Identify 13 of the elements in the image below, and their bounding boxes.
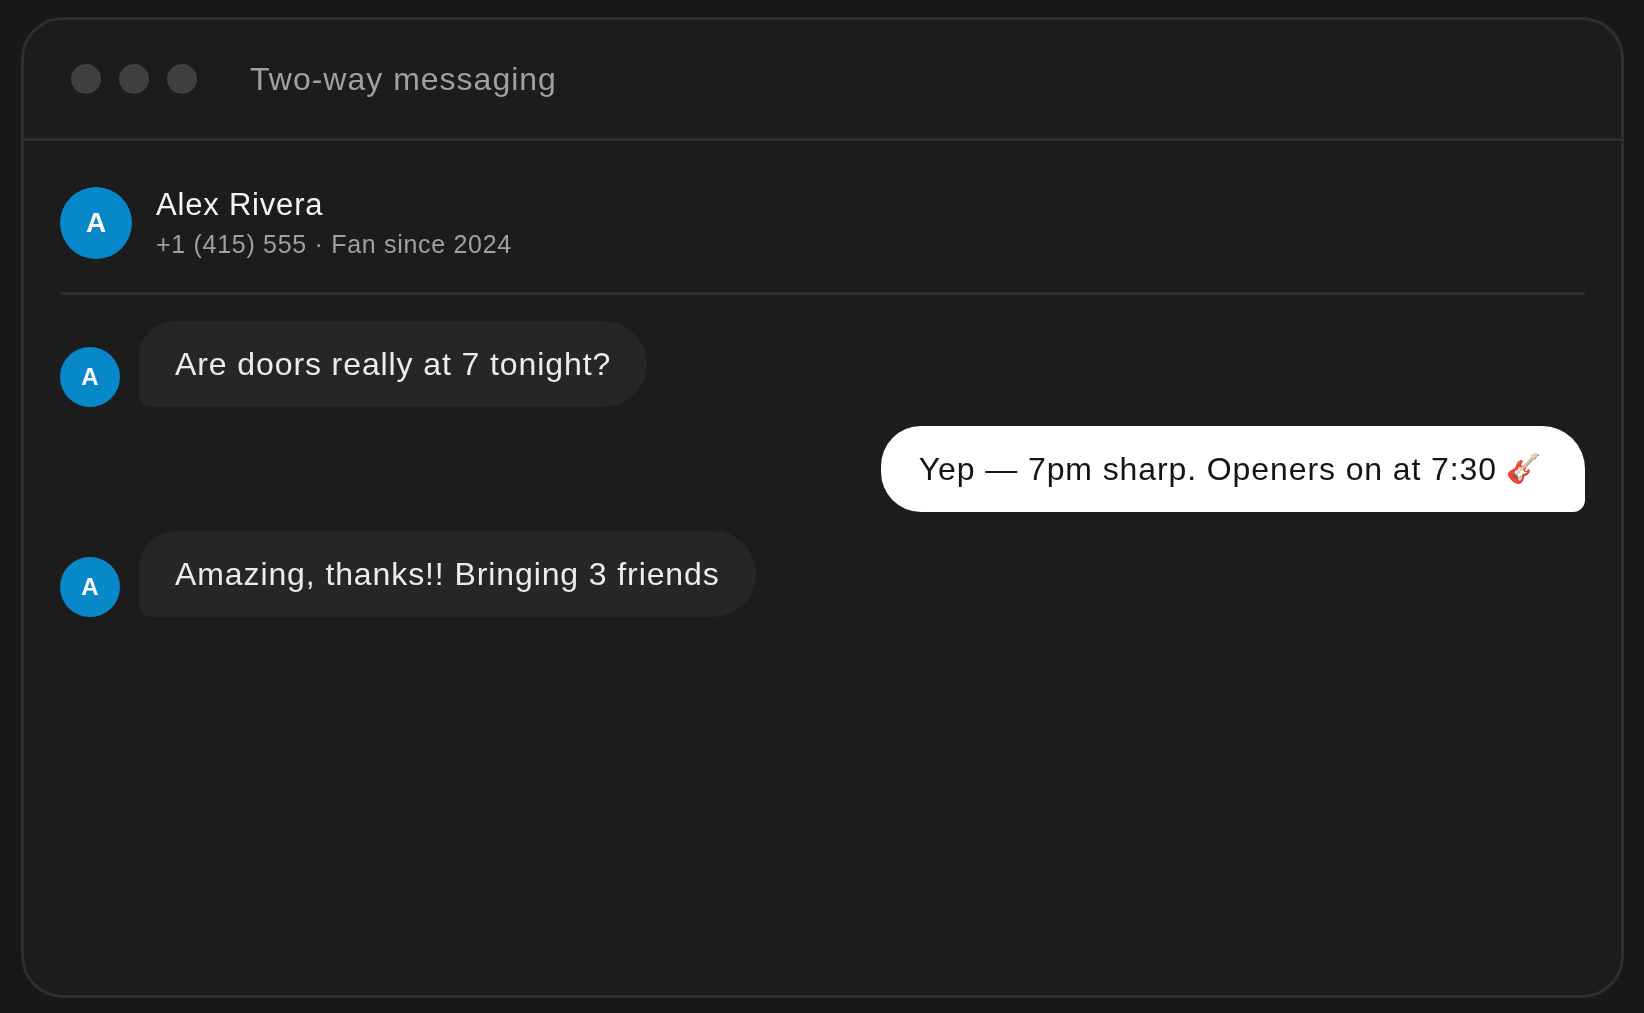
message-text: Are doors really at 7 tonight? (175, 345, 612, 383)
contact-name: Alex Rivera (156, 187, 325, 223)
guitar-icon: 🎸 (1506, 455, 1541, 483)
window-dot-icon[interactable] (119, 64, 149, 94)
message-text: Yep — 7pm sharp. Openers on at 7:30 (918, 450, 1497, 488)
window-dot-icon[interactable] (167, 64, 197, 94)
window-dot-icon[interactable] (71, 64, 101, 94)
window-title: Two-way messaging (250, 60, 557, 98)
contact-details: +1 (415) 555 · Fan since 2024 (156, 230, 512, 259)
sender-avatar: A (60, 347, 120, 407)
sender-avatar: A (60, 557, 120, 617)
contact-avatar: A (60, 187, 132, 259)
message-text: Amazing, thanks!! Bringing 3 friends (175, 555, 720, 593)
